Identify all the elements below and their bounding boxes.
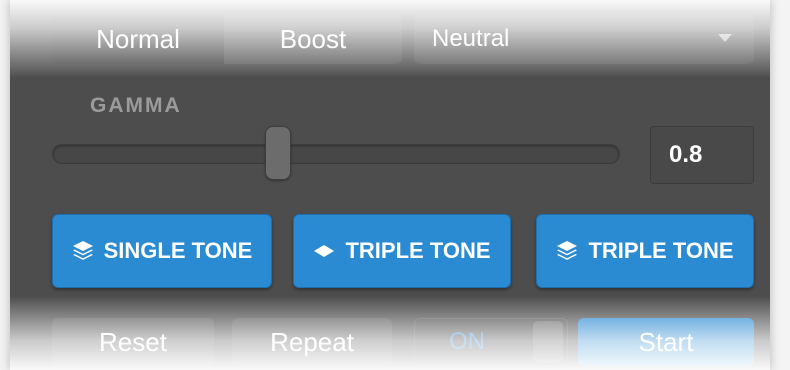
triple-tone-label: TRIPLE TONE xyxy=(345,238,491,263)
start-button[interactable]: Start xyxy=(578,318,754,366)
layers-icon xyxy=(72,241,93,260)
chevron-down-icon xyxy=(718,34,732,42)
reset-button[interactable]: Reset xyxy=(52,318,214,366)
single-tone-button[interactable]: SINGLE TONE xyxy=(52,214,272,288)
gamma-slider-track[interactable] xyxy=(52,144,620,164)
boost-mode-button[interactable]: Boost xyxy=(224,14,402,64)
triple-tone-button-right[interactable]: TRIPLE TONE xyxy=(536,214,754,288)
repeat-button[interactable]: Repeat xyxy=(232,318,392,366)
preset-select[interactable]: Neutral xyxy=(414,14,754,64)
triple-tone-label: TRIPLE TONE xyxy=(588,238,734,263)
control-panel: Normal Boost Neutral GAMMA 0.8 SINGLE TO… xyxy=(10,0,770,370)
switch-knob xyxy=(533,321,563,363)
gamma-slider-handle[interactable] xyxy=(265,126,292,180)
switch-state-label: ON xyxy=(449,328,485,355)
mode-segmented-control: Normal Boost xyxy=(52,14,402,64)
on-off-switch[interactable]: ON xyxy=(414,318,568,366)
normal-mode-button[interactable]: Normal xyxy=(52,14,224,64)
preset-select-value: Neutral xyxy=(432,25,510,52)
diamond-icon xyxy=(314,245,335,257)
triple-tone-button-center[interactable]: TRIPLE TONE xyxy=(293,214,511,288)
layers-icon xyxy=(557,241,578,260)
gamma-label: GAMMA xyxy=(90,94,182,117)
single-tone-label: SINGLE TONE xyxy=(103,238,253,263)
gamma-value-field[interactable]: 0.8 xyxy=(650,126,754,184)
